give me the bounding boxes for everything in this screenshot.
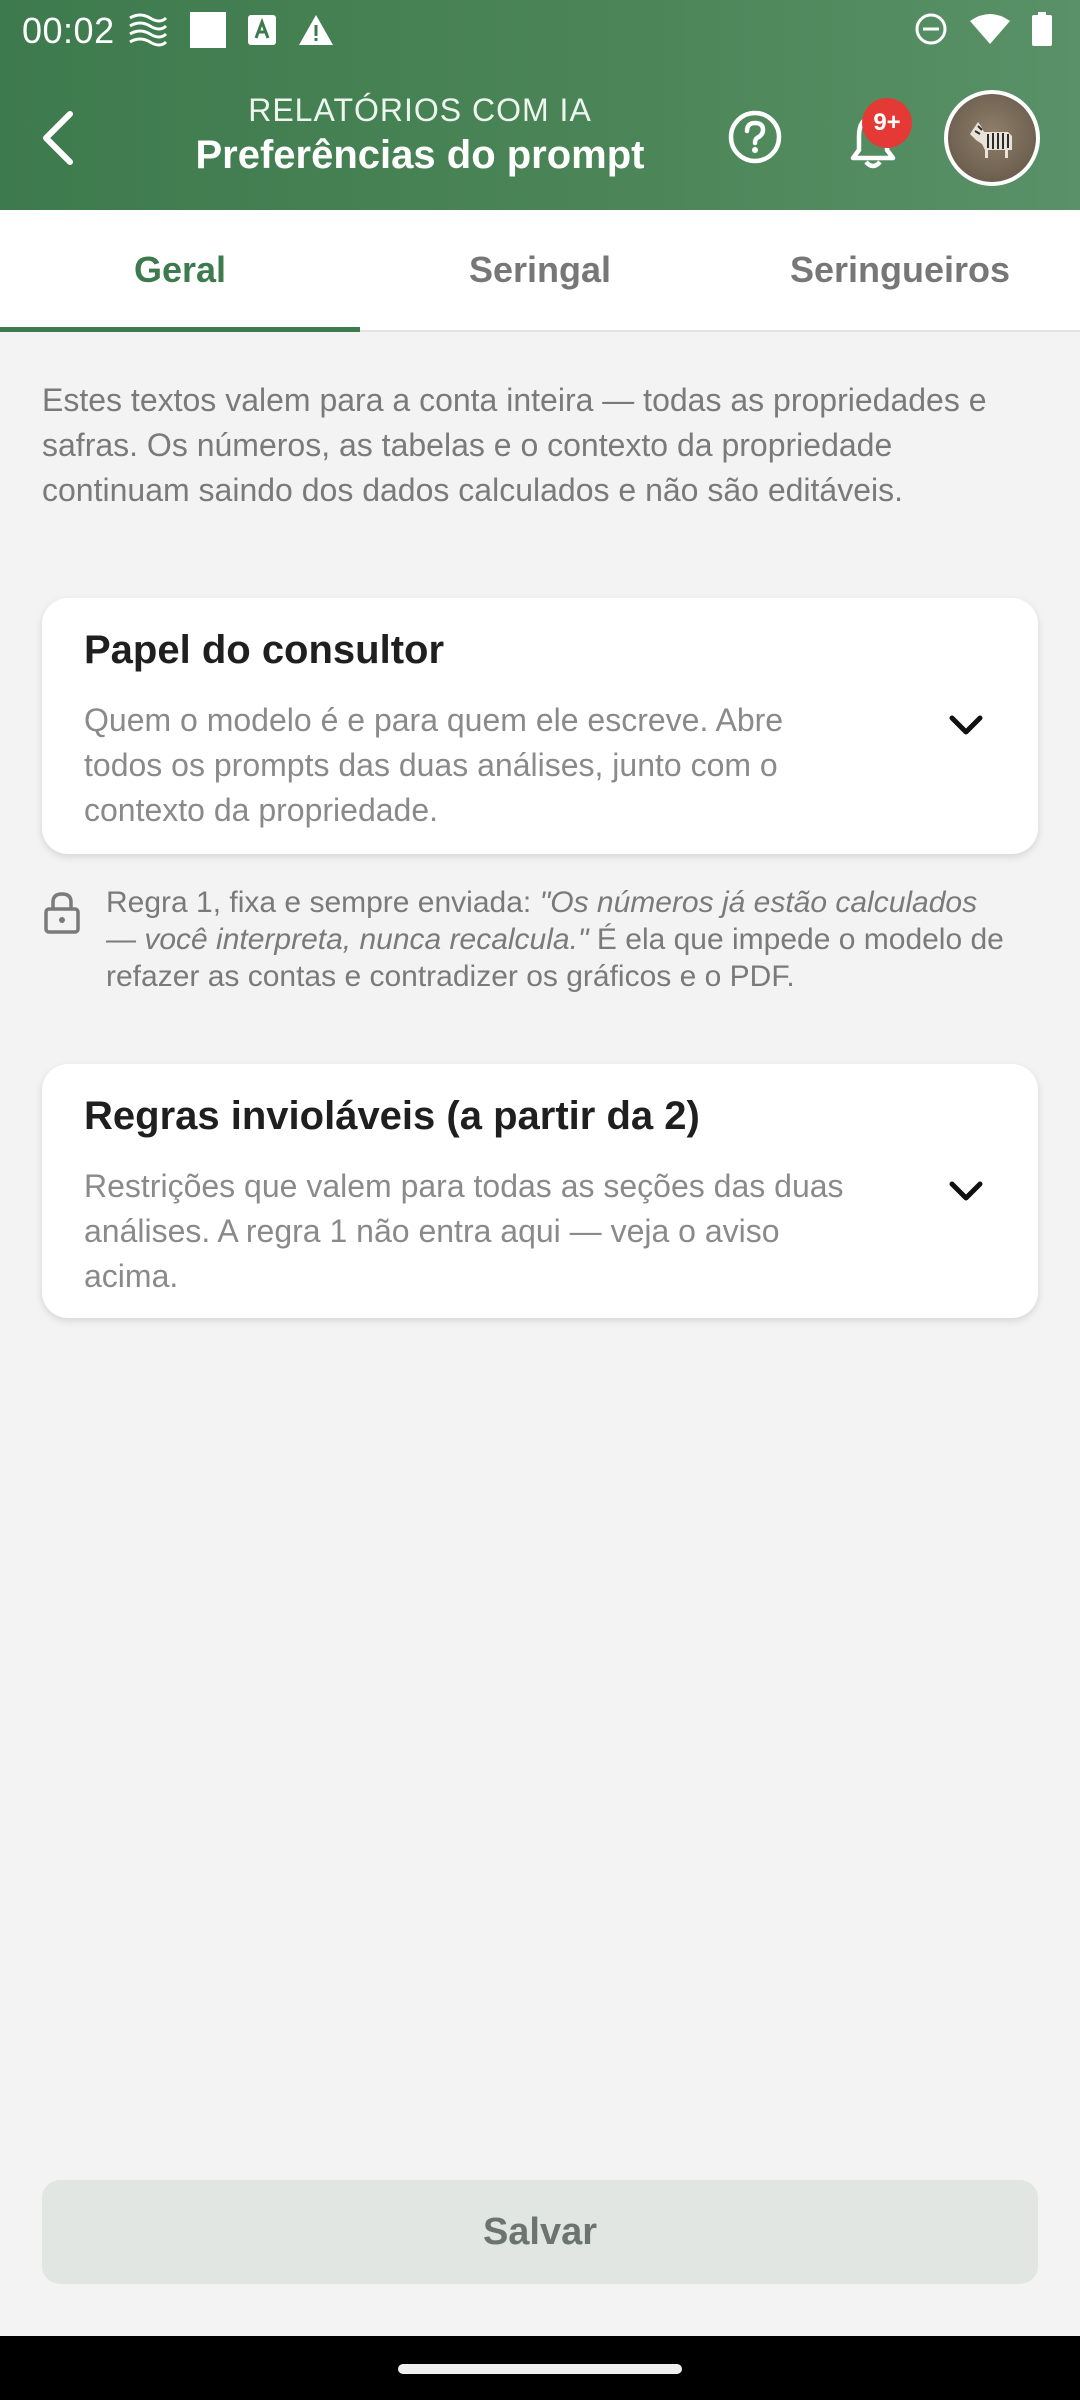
title-block: RELATÓRIOS COM IA Preferências do prompt [140, 92, 700, 178]
system-nav-bar [0, 2336, 1080, 2400]
help-button[interactable] [724, 106, 786, 168]
intro-text: Estes textos valem para a conta inteira … [42, 382, 987, 508]
wifi-icon [970, 13, 1010, 50]
card-description: Restrições que valem para todas as seçõe… [84, 1168, 844, 1294]
card-title: Regras invioláveis (a partir da 2) [84, 1094, 700, 1138]
page-title: Preferências do prompt [195, 133, 645, 177]
home-handle[interactable] [398, 2364, 682, 2374]
top-bar: 00:02 RELATÓRIOS COM IA Preferências do … [0, 0, 1080, 210]
warning-icon [298, 14, 334, 51]
rule-1-prefix: Regra 1, fixa e sempre enviada: [106, 886, 540, 919]
rule-1-text: Regra 1, fixa e sempre enviada: "Os núme… [106, 884, 1006, 995]
status-bar: 00:02 [0, 0, 1080, 62]
status-time: 00:02 [22, 10, 115, 51]
square-icon [190, 12, 226, 53]
card-description: Quem o modelo é e para quem ele escreve.… [84, 702, 784, 828]
tab-bar: Geral Seringal Seringueiros [0, 210, 1080, 332]
avatar[interactable] [944, 90, 1040, 186]
help-icon [728, 110, 782, 164]
card-title: Papel do consultor [84, 628, 445, 672]
a-icon [248, 15, 276, 50]
tab-seringal[interactable]: Seringal [360, 210, 720, 330]
card-regras-inviolaveis[interactable]: Regras invioláveis (a partir da 2) Restr… [42, 1064, 1038, 1318]
tab-seringueiros[interactable]: Seringueiros [720, 210, 1080, 330]
chevron-down-icon[interactable] [946, 706, 986, 746]
app-bar: RELATÓRIOS COM IA Preferências do prompt… [0, 70, 1080, 210]
back-button[interactable] [26, 106, 90, 170]
tab-geral[interactable]: Geral [0, 210, 360, 332]
chevron-down-icon[interactable] [946, 1172, 986, 1212]
card-papel-do-consultor[interactable]: Papel do consultor Quem o modelo é e par… [42, 598, 1038, 854]
dnd-icon [914, 12, 948, 51]
notification-badge: 9+ [862, 98, 912, 148]
battery-icon [1032, 12, 1052, 51]
save-button[interactable]: Salvar [42, 2180, 1038, 2284]
weather-icon [128, 12, 168, 53]
zebra-icon [970, 122, 1012, 158]
back-arrow-icon [43, 111, 73, 165]
page-subtitle: RELATÓRIOS COM IA [248, 92, 592, 128]
lock-icon [44, 892, 80, 934]
